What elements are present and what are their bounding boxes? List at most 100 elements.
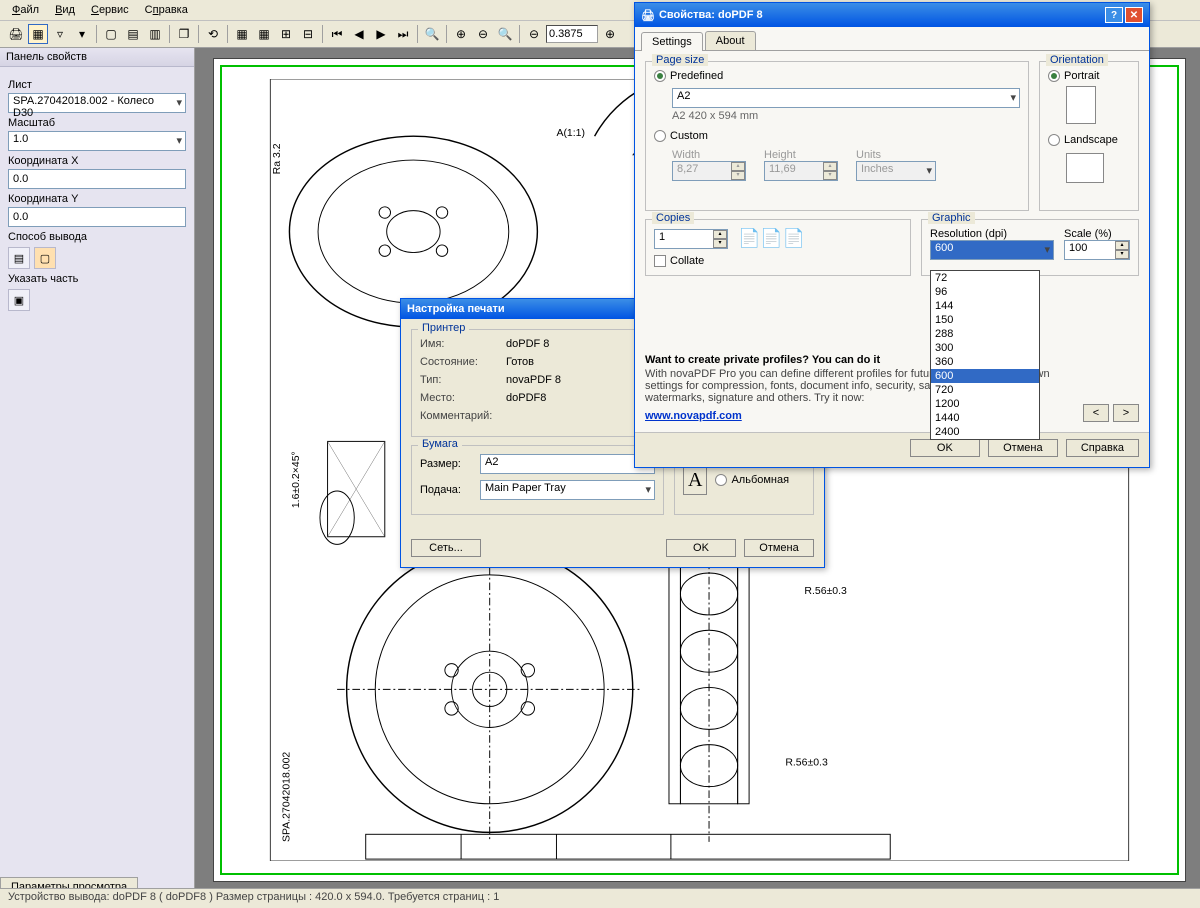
predefined-dims: A2 420 x 594 mm: [672, 110, 1020, 122]
landscape-icon: [1066, 153, 1104, 183]
promo-link[interactable]: www.novapdf.com: [645, 410, 742, 422]
output-icon-1[interactable]: ▤: [8, 247, 30, 269]
dpi-option-96[interactable]: 96: [931, 285, 1039, 299]
print-name-label: Имя:: [420, 338, 500, 350]
statusbar: Устройство вывода: doPDF 8 ( doPDF8 ) Ра…: [0, 888, 1200, 908]
coordy-label: Координата Y: [8, 193, 186, 205]
dpi-option-360[interactable]: 360: [931, 355, 1039, 369]
menu-file[interactable]: Файл: [6, 2, 45, 18]
props-titlebar[interactable]: 🖨 Свойства: doPDF 8 ? ✕: [635, 3, 1149, 27]
printer-small-icon: 🖨: [641, 9, 655, 22]
feed-select[interactable]: Main Paper Tray: [480, 480, 655, 500]
print-place-label: Место:: [420, 392, 500, 404]
menu-service[interactable]: Сервис: [85, 2, 135, 18]
coordx-label: Координата X: [8, 155, 186, 167]
sidebar-title: Панель свойств: [0, 48, 194, 67]
promo-prev-button[interactable]: <: [1083, 404, 1109, 422]
dpi-dropdown[interactable]: 7296144150288300360600720120014402400: [930, 270, 1040, 440]
print-icon[interactable]: 🖨: [6, 24, 26, 44]
print-type-label: Тип:: [420, 374, 500, 386]
grid-icon-4[interactable]: ⊟: [298, 24, 318, 44]
dpi-option-720[interactable]: 720: [931, 383, 1039, 397]
dpi-option-600[interactable]: 600: [931, 369, 1039, 383]
layout-icon-3[interactable]: ▥: [145, 24, 165, 44]
sheet-label: Лист: [8, 79, 186, 91]
output-icon-2[interactable]: ▢: [34, 247, 56, 269]
size-select[interactable]: A2: [480, 454, 655, 474]
custom-radio[interactable]: Custom: [654, 130, 708, 142]
zoom-window-icon[interactable]: 🔍: [495, 24, 515, 44]
layout-icon-1[interactable]: ▢: [101, 24, 121, 44]
network-button[interactable]: Сеть...: [411, 539, 481, 557]
svg-text:R.56±0.3: R.56±0.3: [785, 758, 828, 769]
zoom-out-icon[interactable]: ⊖: [473, 24, 493, 44]
menu-view[interactable]: Вид: [49, 2, 81, 18]
layout-icon-2[interactable]: ▤: [123, 24, 143, 44]
grid-icon-1[interactable]: ▦: [232, 24, 252, 44]
zoom-dec-icon[interactable]: ⊖: [524, 24, 544, 44]
props-help-button[interactable]: Справка: [1066, 439, 1139, 457]
zoom-input[interactable]: [546, 25, 598, 43]
nav-next-icon[interactable]: ▶: [371, 24, 391, 44]
copy-icon[interactable]: ❐: [174, 24, 194, 44]
scale-select[interactable]: 1.0: [8, 131, 186, 151]
print-place-value: doPDF8: [506, 392, 546, 404]
props-cancel-button[interactable]: Отмена: [988, 439, 1058, 457]
nav-last-icon[interactable]: ⏭: [393, 24, 413, 44]
units-select: Inches: [856, 161, 936, 181]
print-name-value: doPDF 8: [506, 338, 549, 350]
print-state-value: Готов: [506, 356, 534, 368]
predefined-select[interactable]: A2: [672, 88, 1020, 108]
props-title: Свойства: doPDF 8: [659, 9, 1105, 21]
svg-text:1.6±0.2×45°: 1.6±0.2×45°: [291, 451, 302, 508]
grid-icon-3[interactable]: ⊞: [276, 24, 296, 44]
promo-next-button[interactable]: >: [1113, 404, 1139, 422]
dpi-option-288[interactable]: 288: [931, 327, 1039, 341]
landscape-radio[interactable]: Альбомная: [715, 474, 789, 486]
nav-prev-icon[interactable]: ◀: [349, 24, 369, 44]
dpi-option-150[interactable]: 150: [931, 313, 1039, 327]
collate-checkbox[interactable]: Collate: [654, 255, 902, 267]
toolbar-btn-2[interactable]: ▦: [28, 24, 48, 44]
props-ok-button[interactable]: OK: [910, 439, 980, 457]
orientation-legend: Orientation: [1046, 54, 1108, 66]
help-icon[interactable]: ?: [1105, 7, 1123, 23]
svg-text:A(1:1): A(1:1): [556, 128, 585, 139]
tab-about[interactable]: About: [705, 31, 756, 50]
dpi-option-1200[interactable]: 1200: [931, 397, 1039, 411]
graphic-legend: Graphic: [928, 212, 975, 224]
close-icon[interactable]: ✕: [1125, 7, 1143, 23]
menu-help[interactable]: Справка: [139, 2, 194, 18]
copies-input[interactable]: 1▴▾: [654, 229, 728, 249]
dpi-option-300[interactable]: 300: [931, 341, 1039, 355]
rotate-icon[interactable]: ⟲: [203, 24, 223, 44]
landscape-radio-2[interactable]: Landscape: [1048, 134, 1118, 146]
grid-icon-2[interactable]: ▦: [254, 24, 274, 44]
coordx-input[interactable]: [8, 169, 186, 189]
zoom-fit-icon[interactable]: 🔍: [422, 24, 442, 44]
size-label: Размер:: [420, 458, 474, 470]
part-icon[interactable]: ▣: [8, 289, 30, 311]
print-ok-button[interactable]: OK: [666, 539, 736, 557]
resolution-select[interactable]: 600: [930, 240, 1054, 260]
zoom-in-icon[interactable]: ⊕: [451, 24, 471, 44]
dpi-option-2400[interactable]: 2400: [931, 425, 1039, 439]
svg-text:R.56±0.3: R.56±0.3: [804, 586, 847, 597]
portrait-radio[interactable]: Portrait: [1048, 70, 1099, 82]
filter-icon[interactable]: ▿: [50, 24, 70, 44]
dpi-option-144[interactable]: 144: [931, 299, 1039, 313]
zoom-inc-icon[interactable]: ⊕: [600, 24, 620, 44]
copies-legend: Copies: [652, 212, 694, 224]
height-label: Height: [764, 149, 838, 161]
sheet-select[interactable]: SPA.27042018.002 - Колесо D30: [8, 93, 186, 113]
dpi-option-72[interactable]: 72: [931, 271, 1039, 285]
coordy-input[interactable]: [8, 207, 186, 227]
tab-settings[interactable]: Settings: [641, 32, 703, 51]
funnel-icon[interactable]: ▾: [72, 24, 92, 44]
nav-first-icon[interactable]: ⏮: [327, 24, 347, 44]
predefined-radio[interactable]: Predefined: [654, 70, 723, 82]
dpi-option-1440[interactable]: 1440: [931, 411, 1039, 425]
scale-input[interactable]: 100▴▾: [1064, 240, 1130, 260]
print-cancel-button[interactable]: Отмена: [744, 539, 814, 557]
print-state-label: Состояние:: [420, 356, 500, 368]
